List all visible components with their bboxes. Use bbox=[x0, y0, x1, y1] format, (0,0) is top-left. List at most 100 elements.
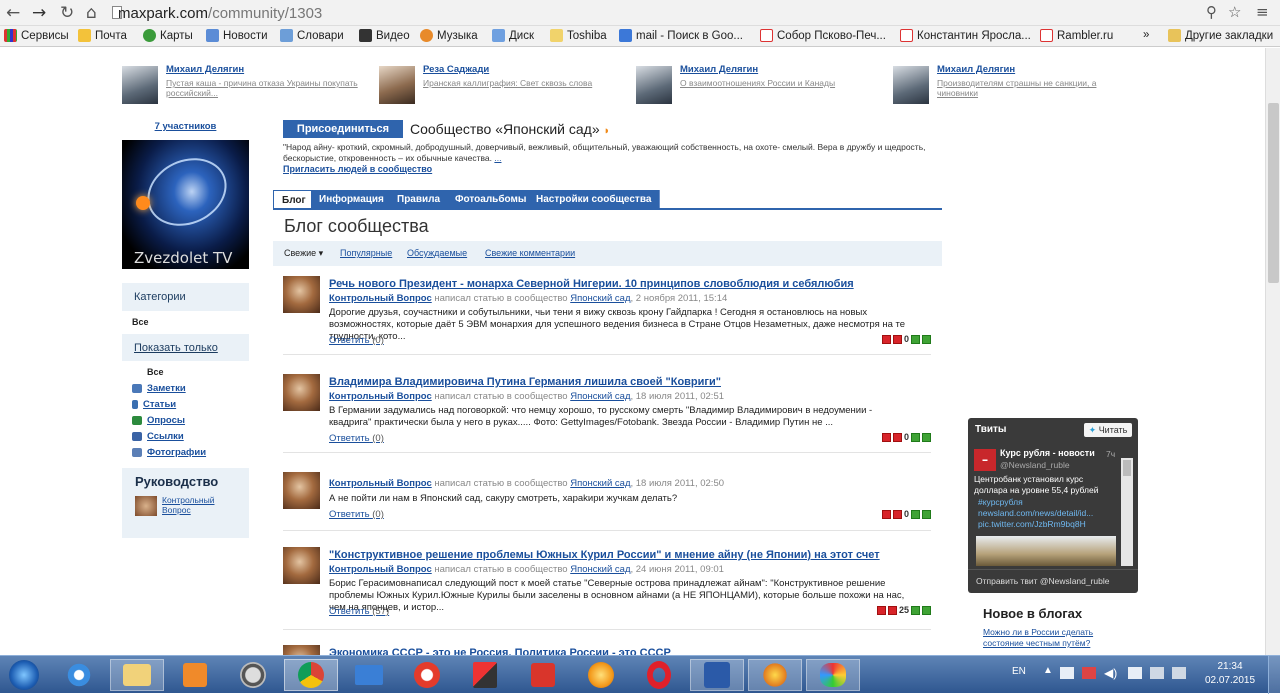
bookmark-rambler[interactable]: Rambler.ru bbox=[1040, 29, 1113, 42]
filter-all[interactable]: Все bbox=[147, 367, 164, 377]
follow-button[interactable]: ✦ Читать bbox=[1084, 423, 1132, 437]
bookmark-music[interactable]: Музыка bbox=[420, 29, 478, 42]
zoom-icon[interactable]: ⚲ bbox=[1206, 3, 1217, 21]
tab-blog[interactable]: Блог bbox=[273, 190, 315, 209]
reply-link[interactable]: Ответить (57) bbox=[329, 606, 389, 617]
members-link[interactable]: 7 участников bbox=[122, 121, 249, 132]
taskbar-yandex[interactable] bbox=[516, 659, 570, 691]
bookmarks-more[interactable]: » bbox=[1143, 29, 1149, 41]
author-name[interactable]: Михаил Делягин bbox=[680, 64, 758, 75]
avatar[interactable] bbox=[283, 472, 320, 509]
tweet-scroll-thumb[interactable] bbox=[1123, 460, 1131, 476]
plus-icon[interactable] bbox=[911, 605, 920, 615]
reply-link[interactable]: Ответить (0) bbox=[329, 509, 384, 520]
report-icon[interactable] bbox=[876, 605, 886, 615]
bookmark-video[interactable]: Видео bbox=[359, 29, 410, 42]
language-indicator[interactable]: EN bbox=[1012, 666, 1026, 677]
plus-icon[interactable] bbox=[911, 432, 920, 442]
tray-icon-1[interactable] bbox=[1060, 667, 1074, 679]
bookmark-icon[interactable] bbox=[922, 334, 931, 344]
invite-link[interactable]: Пригласить людей в сообщество bbox=[283, 164, 432, 174]
bookmark-mail[interactable]: Почта bbox=[78, 29, 127, 42]
start-button[interactable] bbox=[0, 659, 48, 691]
taskbar-kaspersky[interactable] bbox=[458, 659, 512, 691]
menu-icon[interactable]: ≡ bbox=[1256, 3, 1269, 21]
rss-icon[interactable]: ◗ bbox=[604, 125, 611, 137]
tweet-link[interactable]: newsland.com/news/detail/id... bbox=[978, 508, 1093, 518]
sort-fresh[interactable]: Свежие ▾ bbox=[284, 248, 323, 259]
post-author[interactable]: Контрольный Вопрос bbox=[329, 478, 432, 489]
scroll-thumb[interactable] bbox=[1268, 103, 1279, 283]
tray-icon-4[interactable] bbox=[1172, 667, 1186, 679]
minus-icon[interactable] bbox=[892, 432, 902, 442]
bookmark-konstantin[interactable]: Константин Яросла... bbox=[900, 29, 1031, 42]
post-community[interactable]: Японский сад bbox=[570, 564, 630, 575]
bookmark-news[interactable]: Новости bbox=[206, 29, 268, 42]
leader-link[interactable]: Контрольный Вопрос bbox=[162, 495, 232, 515]
description-more-link[interactable]: ... bbox=[494, 153, 501, 163]
account-handle[interactable]: @Newsland_ruble bbox=[1000, 460, 1070, 470]
post-author[interactable]: Контрольный Вопрос bbox=[329, 564, 432, 575]
author-post-link[interactable]: Иранская каллиграфия: Свет сквозь слова bbox=[423, 78, 623, 88]
avatar[interactable] bbox=[283, 276, 320, 313]
post-title[interactable]: Экономика СССР - это не Россия. Политика… bbox=[329, 647, 671, 655]
reply-link[interactable]: Ответить (0) bbox=[329, 335, 384, 346]
post-title[interactable]: Речь нового Президент - монарха Северной… bbox=[329, 278, 854, 290]
taskbar-media[interactable] bbox=[168, 659, 222, 691]
taskbar-app3[interactable] bbox=[748, 659, 802, 691]
bookmark-services[interactable]: Сервисы bbox=[4, 29, 69, 42]
bookmark-toshiba[interactable]: Toshiba bbox=[550, 29, 607, 42]
bookmark-sobor[interactable]: Собор Псково-Печ... bbox=[760, 29, 886, 42]
avatar[interactable] bbox=[283, 645, 320, 655]
url-field[interactable]: maxpark.com/community/1303 bbox=[118, 5, 322, 22]
author-post-link[interactable]: Производителям страшны не санкции, а чин… bbox=[937, 78, 1137, 98]
bookmark-icon[interactable] bbox=[922, 605, 931, 615]
bookmark-google[interactable]: mail - Поиск в Goo... bbox=[619, 29, 743, 42]
report-icon[interactable] bbox=[881, 334, 891, 344]
avatar[interactable] bbox=[283, 374, 320, 411]
taskbar-ie[interactable] bbox=[52, 659, 106, 691]
post-title[interactable]: Владимира Владимировича Путина Германия … bbox=[329, 376, 721, 388]
other-bookmarks[interactable]: Другие закладки bbox=[1168, 29, 1273, 42]
reload-icon[interactable]: ↻ bbox=[60, 3, 74, 23]
taskbar-app[interactable] bbox=[226, 659, 280, 691]
bookmark-icon[interactable] bbox=[922, 509, 931, 519]
filter-notes[interactable]: Заметки bbox=[132, 383, 186, 394]
sort-comments[interactable]: Свежие комментарии bbox=[485, 248, 575, 258]
tweet-pic-link[interactable]: pic.twitter.com/JzbRm9bq8H bbox=[978, 519, 1086, 529]
join-button[interactable]: Присоединиться bbox=[283, 120, 403, 138]
plus-icon[interactable] bbox=[911, 509, 920, 519]
taskbar-paint[interactable] bbox=[806, 659, 860, 691]
minus-icon[interactable] bbox=[892, 509, 902, 519]
avatar[interactable] bbox=[283, 547, 320, 584]
author-post-link[interactable]: Пустая каша - причина отказа Украины пок… bbox=[166, 78, 366, 98]
bookmark-icon[interactable] bbox=[922, 432, 931, 442]
filter-links[interactable]: Ссылки bbox=[132, 431, 184, 442]
tweet-scrollbar[interactable] bbox=[1121, 458, 1133, 566]
minus-icon[interactable] bbox=[892, 334, 902, 344]
category-all[interactable]: Все bbox=[132, 317, 149, 327]
tray-icon-3[interactable] bbox=[1150, 667, 1164, 679]
show-only-title[interactable]: Показать только bbox=[122, 334, 249, 362]
report-icon[interactable] bbox=[881, 432, 891, 442]
tab-albums[interactable]: Фотоальбомы bbox=[447, 190, 536, 209]
sort-discussed[interactable]: Обсуждаемые bbox=[407, 248, 467, 258]
tab-settings[interactable]: Настройки сообщества bbox=[528, 190, 661, 209]
minus-icon[interactable] bbox=[887, 605, 897, 615]
network-icon[interactable] bbox=[1128, 667, 1142, 679]
author-name[interactable]: Реза Саджади bbox=[423, 64, 489, 75]
filter-photos[interactable]: Фотографии bbox=[132, 447, 206, 458]
taskbar-chrome[interactable] bbox=[284, 659, 338, 691]
reply-link[interactable]: Ответить (0) bbox=[329, 433, 384, 444]
filter-polls[interactable]: Опросы bbox=[132, 415, 185, 426]
post-author[interactable]: Контрольный Вопрос bbox=[329, 391, 432, 402]
taskbar-explorer[interactable] bbox=[110, 659, 164, 691]
bookmark-maps[interactable]: Карты bbox=[143, 29, 193, 42]
page-scrollbar[interactable] bbox=[1265, 48, 1280, 658]
post-community[interactable]: Японский сад bbox=[570, 293, 630, 304]
show-desktop-button[interactable] bbox=[1268, 656, 1280, 694]
volume-icon[interactable]: ◀) bbox=[1104, 666, 1117, 680]
taskbar-mail[interactable] bbox=[342, 659, 396, 691]
taskbar-app2[interactable] bbox=[574, 659, 628, 691]
tab-rules[interactable]: Правила bbox=[389, 190, 450, 209]
